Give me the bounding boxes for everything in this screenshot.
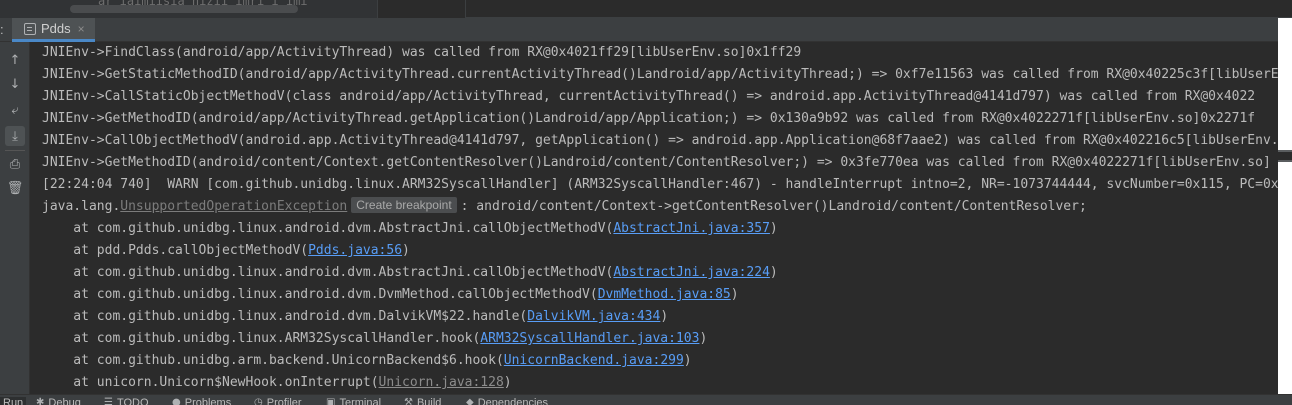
problems-label: Problems [184,397,232,405]
right-edge-overlay [1278,18,1292,394]
run-label: Run [3,397,24,405]
exception-message: : android/content/Context->getContentRes… [460,199,1087,214]
stack-frame-text: at com.github.unidbg.linux.ARM32SyscallH… [42,331,481,346]
dependencies-label: Dependencies [477,397,549,405]
console-line: JNIEnv->CallStaticObjectMethodV(class an… [42,89,1256,104]
run-tab-bar: : Pdds × [0,18,1278,42]
stack-frame: at pdd.Pdds.callObjectMethodV(Pdds.java:… [42,240,410,262]
tool-profiler[interactable]: ◷ Profiler [254,397,302,405]
console-line: JNIEnv->GetStaticMethodID(android/app/Ac… [42,67,1278,82]
toolbar-divider [5,150,25,151]
stack-frame-text: at com.github.unidbg.linux.android.dvm.D… [42,287,598,302]
source-link[interactable]: DalvikVM.java:434 [527,309,660,324]
exception-package: java.lang. [42,199,121,214]
arrow-up-icon[interactable]: ↑ [5,50,25,70]
stack-frame-text: at com.github.unidbg.linux.android.dvm.A… [42,265,614,280]
source-link[interactable]: Unicorn.java:128 [379,375,504,390]
stack-frame-close: ) [503,375,512,390]
tab-label: Pdds [41,21,71,36]
stack-frame-close: ) [769,221,778,236]
stack-frame-close: ) [683,353,692,368]
stack-frame-close: ) [769,265,778,280]
stack-frame: at com.github.unidbg.linux.android.dvm.D… [42,284,739,306]
stack-frame-close: ) [730,287,739,302]
todo-icon: ☰ [104,397,113,405]
soft-wrap-icon[interactable]: ⤶ [5,100,25,120]
stack-frame-close: ) [660,309,669,324]
exception-class-link[interactable]: UnsupportedOperationException [120,199,347,214]
stack-frame: at com.github.unidbg.linux.android.dvm.D… [42,306,668,328]
tool-problems[interactable]: ● Problems [172,397,231,405]
terminal-icon: ▣ [326,397,336,405]
left-pane-remnant: ar ıaımıısıa nızıı ımrı ı ımı [0,0,378,18]
todo-label: TODO [116,397,149,405]
warn-log-line: [22:24:04 740] WARN [com.github.unidbg.l… [42,177,1278,192]
tool-build[interactable]: ⚒ Build [404,397,441,405]
source-link[interactable]: Pdds.java:56 [308,243,402,258]
stack-frame: at unicorn.Unicorn$NewHook.onInterrupt(U… [42,372,512,394]
cut-off-text: ar ıaımıısıa nızıı ımrı ı ımı [98,0,308,8]
stack-frame: at com.github.unidbg.arm.backend.Unicorn… [42,350,692,372]
stack-frame-text: at com.github.unidbg.linux.android.dvm.A… [42,221,614,236]
console-tab-icon [24,22,36,35]
debug-label: Debug [48,397,81,405]
source-link[interactable]: ARM32SyscallHandler.java:103 [480,331,699,346]
problems-icon: ● [172,397,181,405]
console-line: JNIEnv->GetMethodID(android/content/Cont… [42,155,1271,170]
tool-window-bar: Run ✱ Debug ☰ TODO ● Problems ◷ Profiler ▣ Te… [0,394,1292,405]
source-link[interactable]: AbstractJni.java:357 [613,221,770,236]
tab-pdds[interactable]: Pdds × [12,18,95,42]
tool-dependencies[interactable]: ◆ Dependencies [466,397,548,405]
stack-frame-close: ) [699,331,708,346]
stack-frame-close: ) [402,243,410,258]
source-link[interactable]: AbstractJni.java:224 [613,265,770,280]
stack-frame-text: at com.github.unidbg.arm.backend.Unicorn… [42,353,504,368]
tool-debug[interactable]: ✱ Debug [36,397,81,405]
editor-remnant-strip: ar ıaımıısıa nızıı ımrı ı ımı [0,0,1292,18]
hammer-icon: ⚒ [404,397,413,405]
console-line: JNIEnv->GetMethodID(android/app/Activity… [42,111,1256,126]
console-line: JNIEnv->CallObjectMethodV(android.app.Ac… [42,133,1278,148]
profiler-icon: ◷ [254,397,263,405]
trash-icon[interactable]: 🗑 [5,178,25,198]
stack-frame-text: at unicorn.Unicorn$NewHook.onInterrupt( [42,375,379,390]
vertical-scrollbar-thumb[interactable] [1278,150,1292,162]
close-icon[interactable]: × [78,22,85,36]
scroll-to-end-icon[interactable]: ⤓ [5,126,25,146]
tool-run[interactable]: Run [0,397,27,405]
middle-pane-remnant [378,0,466,18]
tool-terminal[interactable]: ▣ Terminal [326,397,381,405]
stack-frame-text: at com.github.unidbg.linux.android.dvm.D… [42,309,528,324]
profiler-label: Profiler [266,397,302,405]
terminal-label: Terminal [339,397,382,405]
stack-frame-text: at pdd.Pdds.callObjectMethodV( [42,243,309,258]
print-icon[interactable]: ⎙ [5,154,25,174]
dependencies-icon: ◆ [466,397,474,405]
arrow-down-icon[interactable]: ↓ [5,74,25,94]
tool-todo[interactable]: ☰ TODO [104,397,149,405]
debug-icon: ✱ [36,397,45,405]
tab-bar-prefix: : [0,22,4,37]
stack-frame: at com.github.unidbg.linux.ARM32SyscallH… [42,328,707,350]
exception-line: java.lang.UnsupportedOperationException C… [42,196,1087,218]
create-breakpoint-tooltip[interactable]: Create breakpoint [351,197,457,213]
source-link[interactable]: DvmMethod.java:85 [598,287,731,302]
stack-frame: at com.github.unidbg.linux.android.dvm.A… [42,262,778,284]
build-label: Build [416,397,442,405]
console-output[interactable]: JNIEnv->FindClass(android/app/ActivityTh… [30,42,1278,394]
console-toolbar: ↑ ↓ ⤶ ⤓ ⎙ 🗑 [0,42,30,394]
source-link[interactable]: UnicornBackend.java:299 [504,353,684,368]
stack-frame: at com.github.unidbg.linux.android.dvm.A… [42,218,778,240]
console-line: JNIEnv->FindClass(android/app/ActivityTh… [42,45,802,60]
